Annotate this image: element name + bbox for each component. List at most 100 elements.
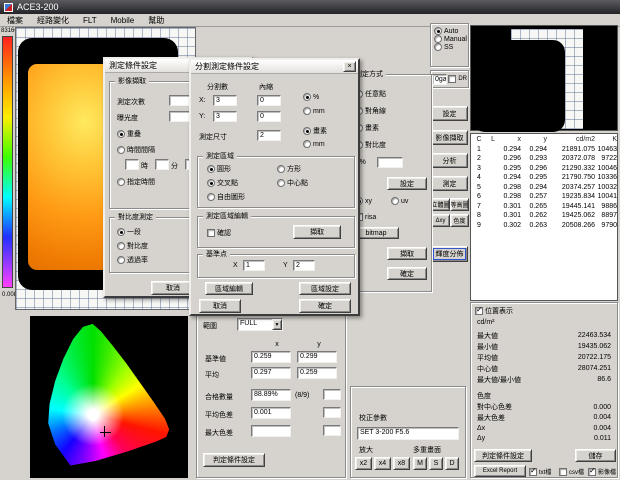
table-row[interactable]: 5 0.298 0.294 20374.257 10032 <box>473 183 617 193</box>
base-y-field[interactable]: 2 <box>293 260 315 271</box>
column-header[interactable]: L <box>485 135 495 145</box>
judge-condition-button[interactable]: 判定條件設定 <box>203 453 265 467</box>
table-row[interactable]: 8 0.301 0.262 19425.062 8897 <box>473 211 617 221</box>
position-display-checkbox[interactable]: 位置表示 <box>475 306 513 316</box>
minute-field[interactable] <box>155 159 169 170</box>
area-set-button[interactable]: 區域設定 <box>299 282 351 295</box>
reference-x-field[interactable]: 0.259 <box>251 351 291 363</box>
method-set-button[interactable]: 設定 <box>387 177 427 190</box>
calibration-value-field[interactable]: SET 3-200 F5.6 <box>357 427 459 440</box>
contrast-radio[interactable]: 對比度 <box>117 241 148 251</box>
delta-xy-button[interactable]: Δxy <box>431 214 450 227</box>
image-file-checkbox[interactable]: 影像檔 <box>588 467 616 476</box>
chroma-button[interactable]: 色度 <box>450 214 469 227</box>
contour-button[interactable]: 等高圖 <box>450 198 469 211</box>
table-row[interactable]: 6 0.298 0.257 19235.834 10041 <box>473 192 617 202</box>
table-row[interactable]: 7 0.301 0.265 19445.141 9886 <box>473 202 617 212</box>
hour-label: 時 <box>141 161 148 171</box>
chevron-down-icon[interactable]: ▼ <box>272 319 282 330</box>
table-row[interactable]: 1 0.294 0.294 21891.075 10463 <box>473 145 617 155</box>
x-inset-field[interactable]: 0 <box>257 95 281 106</box>
average-y-field[interactable]: 0.259 <box>297 367 337 379</box>
excel-report-button[interactable]: Excel Report <box>474 465 526 477</box>
method-capture-button[interactable]: 擷取 <box>387 247 427 260</box>
confirm-checkbox[interactable]: 確認 <box>207 228 231 238</box>
uv-radio[interactable]: uv <box>391 197 408 205</box>
mm-radio[interactable]: mm <box>303 107 325 115</box>
multi-screen-button[interactable]: S <box>429 457 443 470</box>
table-row[interactable]: 3 0.295 0.296 21290.332 10046 <box>473 164 617 174</box>
free-shape-radio[interactable]: 自由圖形 <box>207 192 245 202</box>
set-button[interactable]: 設定 <box>431 106 468 121</box>
cell-y: 0.257 <box>521 192 547 202</box>
analyze-button[interactable]: 分析 <box>431 153 468 168</box>
menu-item[interactable]: FLT <box>76 15 104 26</box>
table-row[interactable]: 2 0.296 0.293 20372.078 9722 <box>473 154 617 164</box>
range-select[interactable]: FULL ▼ <box>237 318 283 331</box>
multi-screen-button[interactable]: M <box>413 457 427 470</box>
menu-item[interactable]: 幫助 <box>141 14 171 27</box>
menu-item[interactable]: 經路變化 <box>30 14 76 27</box>
column-header[interactable]: x <box>495 135 521 145</box>
split-cancel-button[interactable]: 取消 <box>199 299 241 313</box>
zoom-button[interactable]: x8 <box>393 457 410 470</box>
table-row[interactable]: 9 0.302 0.263 20508.266 9790 <box>473 221 617 231</box>
pixel-radio[interactable]: 畫素 <box>303 126 327 136</box>
split-ok-button[interactable]: 確定 <box>299 299 351 313</box>
through-radio[interactable]: 透過率 <box>117 255 148 265</box>
y-inset-field[interactable]: 0 <box>257 111 281 122</box>
luminance-distribution-button[interactable]: 輝度分佈 <box>431 246 468 262</box>
zoom-button[interactable]: x2 <box>355 457 372 470</box>
square-radio[interactable]: 方形 <box>277 164 301 174</box>
menu-item[interactable]: 檔案 <box>0 14 30 27</box>
radio-ss[interactable]: SS <box>434 43 468 51</box>
y-split-field[interactable]: 3 <box>213 111 237 122</box>
radio-manual[interactable]: Manual <box>434 35 468 43</box>
size-field[interactable]: 2 <box>257 130 281 141</box>
cross-radio[interactable]: 交叉點 <box>207 178 238 188</box>
interval-radio[interactable]: 時間間隔 <box>117 145 155 155</box>
hour-field[interactable] <box>125 159 139 170</box>
column-header[interactable]: C <box>473 135 485 145</box>
percent-radio[interactable]: % <box>303 93 319 101</box>
average-x-field[interactable]: 0.297 <box>251 367 291 379</box>
menu-item[interactable]: Mobile <box>104 15 142 26</box>
method-ok-button[interactable]: 確定 <box>387 267 427 280</box>
column-header[interactable]: cd/m2 <box>547 135 595 145</box>
judge-condition-button[interactable]: 判定條件設定 <box>474 449 532 462</box>
column-header[interactable]: y <box>521 135 547 145</box>
image-capture-button[interactable]: 影像擷取 <box>431 130 468 145</box>
reference-y-field[interactable]: 0.299 <box>297 351 337 363</box>
cell-x: 0.294 <box>495 145 521 155</box>
txt-file-checkbox[interactable]: txt檔 <box>529 467 551 476</box>
overlap-radio[interactable]: 重叠 <box>117 129 141 139</box>
zoom-button[interactable]: x4 <box>374 457 391 470</box>
size-mm-radio[interactable]: mm <box>303 140 325 148</box>
area-capture-button[interactable]: 擷取 <box>293 225 341 239</box>
base-point-group-title: 基準点 <box>203 249 230 259</box>
dr-checkbox[interactable]: DR <box>448 75 467 83</box>
delta-percent-field[interactable] <box>377 157 403 168</box>
one-stage-radio[interactable]: 一段 <box>117 227 141 237</box>
base-x-field[interactable]: 1 <box>243 260 265 271</box>
save-button[interactable]: 儲存 <box>575 449 616 462</box>
cie-diagram[interactable] <box>30 316 188 478</box>
plot3d-button[interactable]: 立體圖 <box>431 198 450 211</box>
measure-button[interactable]: 測定 <box>431 176 468 191</box>
split-dialog-title-bar[interactable]: 分割測定條件設定 × <box>191 60 358 74</box>
area-edit-button[interactable]: 區域編輯 <box>205 282 253 295</box>
specify-time-radio[interactable]: 指定時間 <box>117 177 155 187</box>
x-split-field[interactable]: 3 <box>213 95 237 106</box>
column-header[interactable]: K <box>595 135 617 145</box>
multi-screen-button[interactable]: D <box>445 457 459 470</box>
gain-field[interactable]: 0gain <box>432 74 447 85</box>
radio-icon <box>117 242 125 250</box>
reference-image[interactable] <box>470 25 618 131</box>
radio-auto[interactable]: Auto <box>434 27 468 35</box>
csv-file-checkbox[interactable]: csv檔 <box>559 467 584 476</box>
circle-radio[interactable]: 圓形 <box>207 164 231 174</box>
close-icon[interactable]: × <box>343 61 356 72</box>
table-row[interactable]: 4 0.294 0.295 21790.750 10336 <box>473 173 617 183</box>
radio-icon <box>434 27 442 35</box>
center-radio[interactable]: 中心點 <box>277 178 308 188</box>
